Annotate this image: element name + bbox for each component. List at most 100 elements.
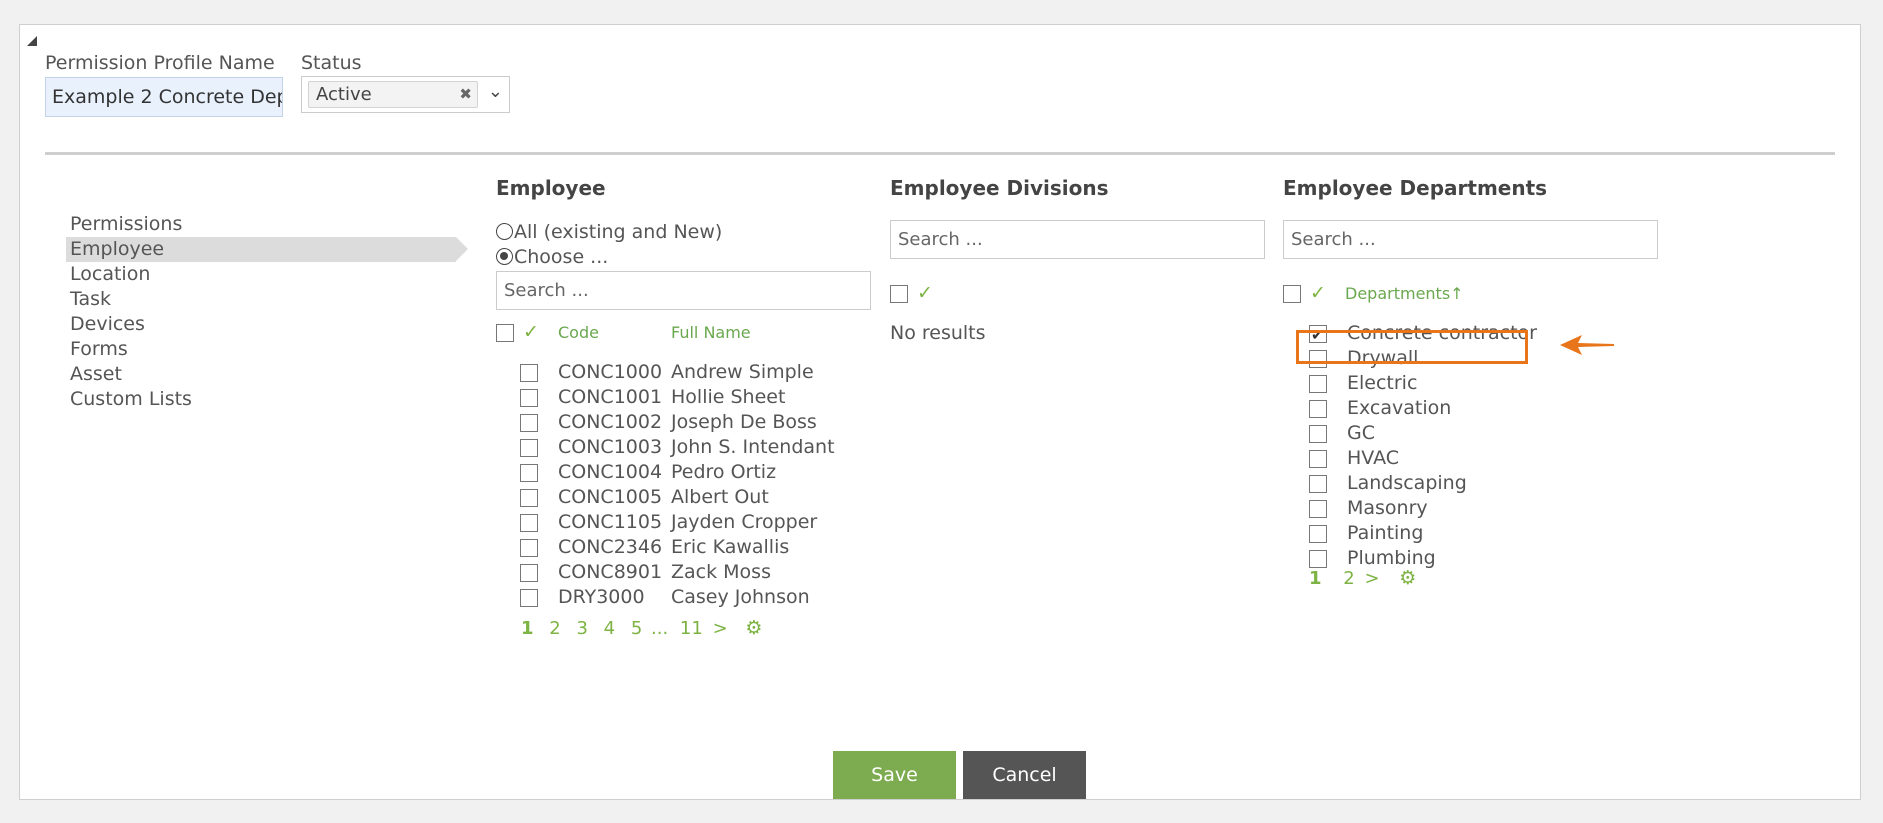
row-checkbox[interactable] (520, 588, 538, 607)
row-checkbox[interactable] (520, 563, 538, 582)
collapse-triangle-icon[interactable] (27, 36, 37, 46)
radio-choose-option[interactable]: Choose ... (496, 245, 608, 270)
row-checkbox[interactable] (1309, 424, 1327, 443)
row-checkbox[interactable] (1309, 499, 1327, 518)
sidebar-item-task[interactable]: Task (66, 287, 456, 312)
employee-name: Zack Moss (671, 561, 771, 583)
employee-code: CONC1004 (558, 461, 663, 483)
page-11-link[interactable]: 11 (680, 618, 703, 639)
page-4-link[interactable]: 4 (604, 618, 615, 639)
employee-code: CONC2346 (558, 536, 663, 558)
list-item[interactable]: GC (1309, 421, 1375, 446)
column-header-full-name[interactable]: Full Name (671, 320, 751, 345)
select-all-checkbox[interactable] (1283, 284, 1301, 303)
row-checkbox[interactable] (520, 388, 538, 407)
radio-choose-icon[interactable] (496, 248, 513, 265)
check-icon: ✓ (917, 282, 933, 304)
row-checkbox[interactable] (520, 463, 538, 482)
department-label: Painting (1347, 522, 1424, 544)
row-checkbox[interactable] (1309, 449, 1327, 468)
sidebar-item-employee[interactable]: Employee (66, 237, 468, 262)
table-row[interactable]: CONC1105 Jayden Cropper (520, 510, 817, 535)
no-results-text: No results (890, 322, 986, 344)
row-checkbox[interactable] (1309, 549, 1327, 568)
annotation-arrow-icon (1560, 335, 1614, 355)
list-item[interactable]: Excavation (1309, 396, 1451, 421)
select-all-checkbox[interactable] (496, 323, 514, 342)
row-checkbox[interactable] (520, 488, 538, 507)
employee-code: CONC8901 (558, 561, 663, 583)
row-checkbox[interactable] (520, 438, 538, 457)
table-row[interactable]: CONC1005 Albert Out (520, 485, 769, 510)
row-checkbox[interactable] (1309, 474, 1327, 493)
departments-pagination: 1 2 > ⚙ (1309, 567, 1426, 589)
employee-code: CONC1003 (558, 436, 663, 458)
clear-icon[interactable]: ✖ (459, 82, 472, 107)
sidebar-item-custom-lists[interactable]: Custom Lists (66, 387, 456, 412)
department-label: Excavation (1347, 397, 1452, 419)
employee-name: Joseph De Boss (671, 411, 817, 433)
radio-all-icon[interactable] (496, 223, 513, 240)
department-label: Electric (1347, 372, 1418, 394)
page-1-link[interactable]: 1 (1309, 568, 1322, 589)
employee-name: Hollie Sheet (671, 386, 786, 408)
cancel-button[interactable]: Cancel (963, 751, 1086, 799)
list-item[interactable]: Landscaping (1309, 471, 1467, 496)
chevron-down-icon[interactable]: ⌄ (488, 81, 503, 102)
employee-code: DRY3000 (558, 586, 645, 608)
section-divider (45, 152, 1835, 155)
table-row[interactable]: CONC1001 Hollie Sheet (520, 385, 785, 410)
table-row[interactable]: CONC2346 Eric Kawallis (520, 535, 789, 560)
table-row[interactable]: CONC1002 Joseph De Boss (520, 410, 817, 435)
row-checkbox[interactable] (1309, 524, 1327, 543)
sidebar-item-devices[interactable]: Devices (66, 312, 456, 337)
column-header-departments[interactable]: Departments↑ (1345, 281, 1464, 306)
row-checkbox[interactable] (1309, 374, 1327, 393)
list-item[interactable]: Masonry (1309, 496, 1428, 521)
row-checkbox[interactable] (520, 363, 538, 382)
column-header-code[interactable]: Code (558, 320, 599, 345)
sidebar-item-location[interactable]: Location (66, 262, 456, 287)
departments-search-input[interactable]: Search ... (1283, 220, 1658, 259)
page-2-link[interactable]: 2 (549, 618, 560, 639)
employee-code: CONC1005 (558, 486, 663, 508)
profile-name-input[interactable]: Example 2 Concrete Depa (45, 77, 283, 117)
table-row[interactable]: CONC8901 Zack Moss (520, 560, 771, 585)
department-label: Masonry (1347, 497, 1428, 519)
list-item[interactable]: HVAC (1309, 446, 1399, 471)
save-button[interactable]: Save (833, 751, 956, 799)
next-page-link[interactable]: > (713, 618, 728, 639)
row-checkbox[interactable] (520, 513, 538, 532)
sidebar-item-asset[interactable]: Asset (66, 362, 456, 387)
next-page-link[interactable]: > (1364, 568, 1379, 589)
sidebar-item-permissions[interactable]: Permissions (66, 212, 456, 237)
employee-search-input[interactable]: Search ... (496, 271, 871, 310)
table-row[interactable]: DRY3000 Casey Johnson (520, 585, 810, 610)
settings-gear-icon[interactable]: ⚙ (1399, 567, 1416, 589)
divisions-search-input[interactable]: Search ... (890, 220, 1265, 259)
employee-code: CONC1002 (558, 411, 663, 433)
page-2-link[interactable]: 2 (1343, 568, 1354, 589)
status-label: Status (301, 52, 362, 74)
row-checkbox[interactable] (1309, 399, 1327, 418)
table-row[interactable]: CONC1004 Pedro Ortiz (520, 460, 776, 485)
page-1-link[interactable]: 1 (521, 618, 534, 639)
settings-gear-icon[interactable]: ⚙ (745, 617, 762, 639)
row-checkbox[interactable] (520, 538, 538, 557)
table-row[interactable]: CONC1000 Andrew Simple (520, 360, 814, 385)
departments-section-title: Employee Departments (1283, 176, 1548, 200)
row-checkbox[interactable] (520, 413, 538, 432)
page-3-link[interactable]: 3 (576, 618, 587, 639)
table-row[interactable]: CONC1003 John S. Intendant (520, 435, 835, 460)
employee-name: Pedro Ortiz (671, 461, 777, 483)
list-item[interactable]: Painting (1309, 521, 1423, 546)
radio-all-option[interactable]: All (existing and New) (496, 220, 722, 245)
status-select[interactable]: Active ✖ ⌄ (301, 76, 510, 113)
check-icon: ✓ (523, 321, 539, 343)
employee-name: Jayden Cropper (671, 511, 818, 533)
list-item[interactable]: Electric (1309, 371, 1417, 396)
sidebar-item-forms[interactable]: Forms (66, 337, 456, 362)
select-all-checkbox[interactable] (890, 284, 908, 303)
page-5-link[interactable]: 5 (631, 618, 642, 639)
employee-section-title: Employee (496, 176, 606, 200)
